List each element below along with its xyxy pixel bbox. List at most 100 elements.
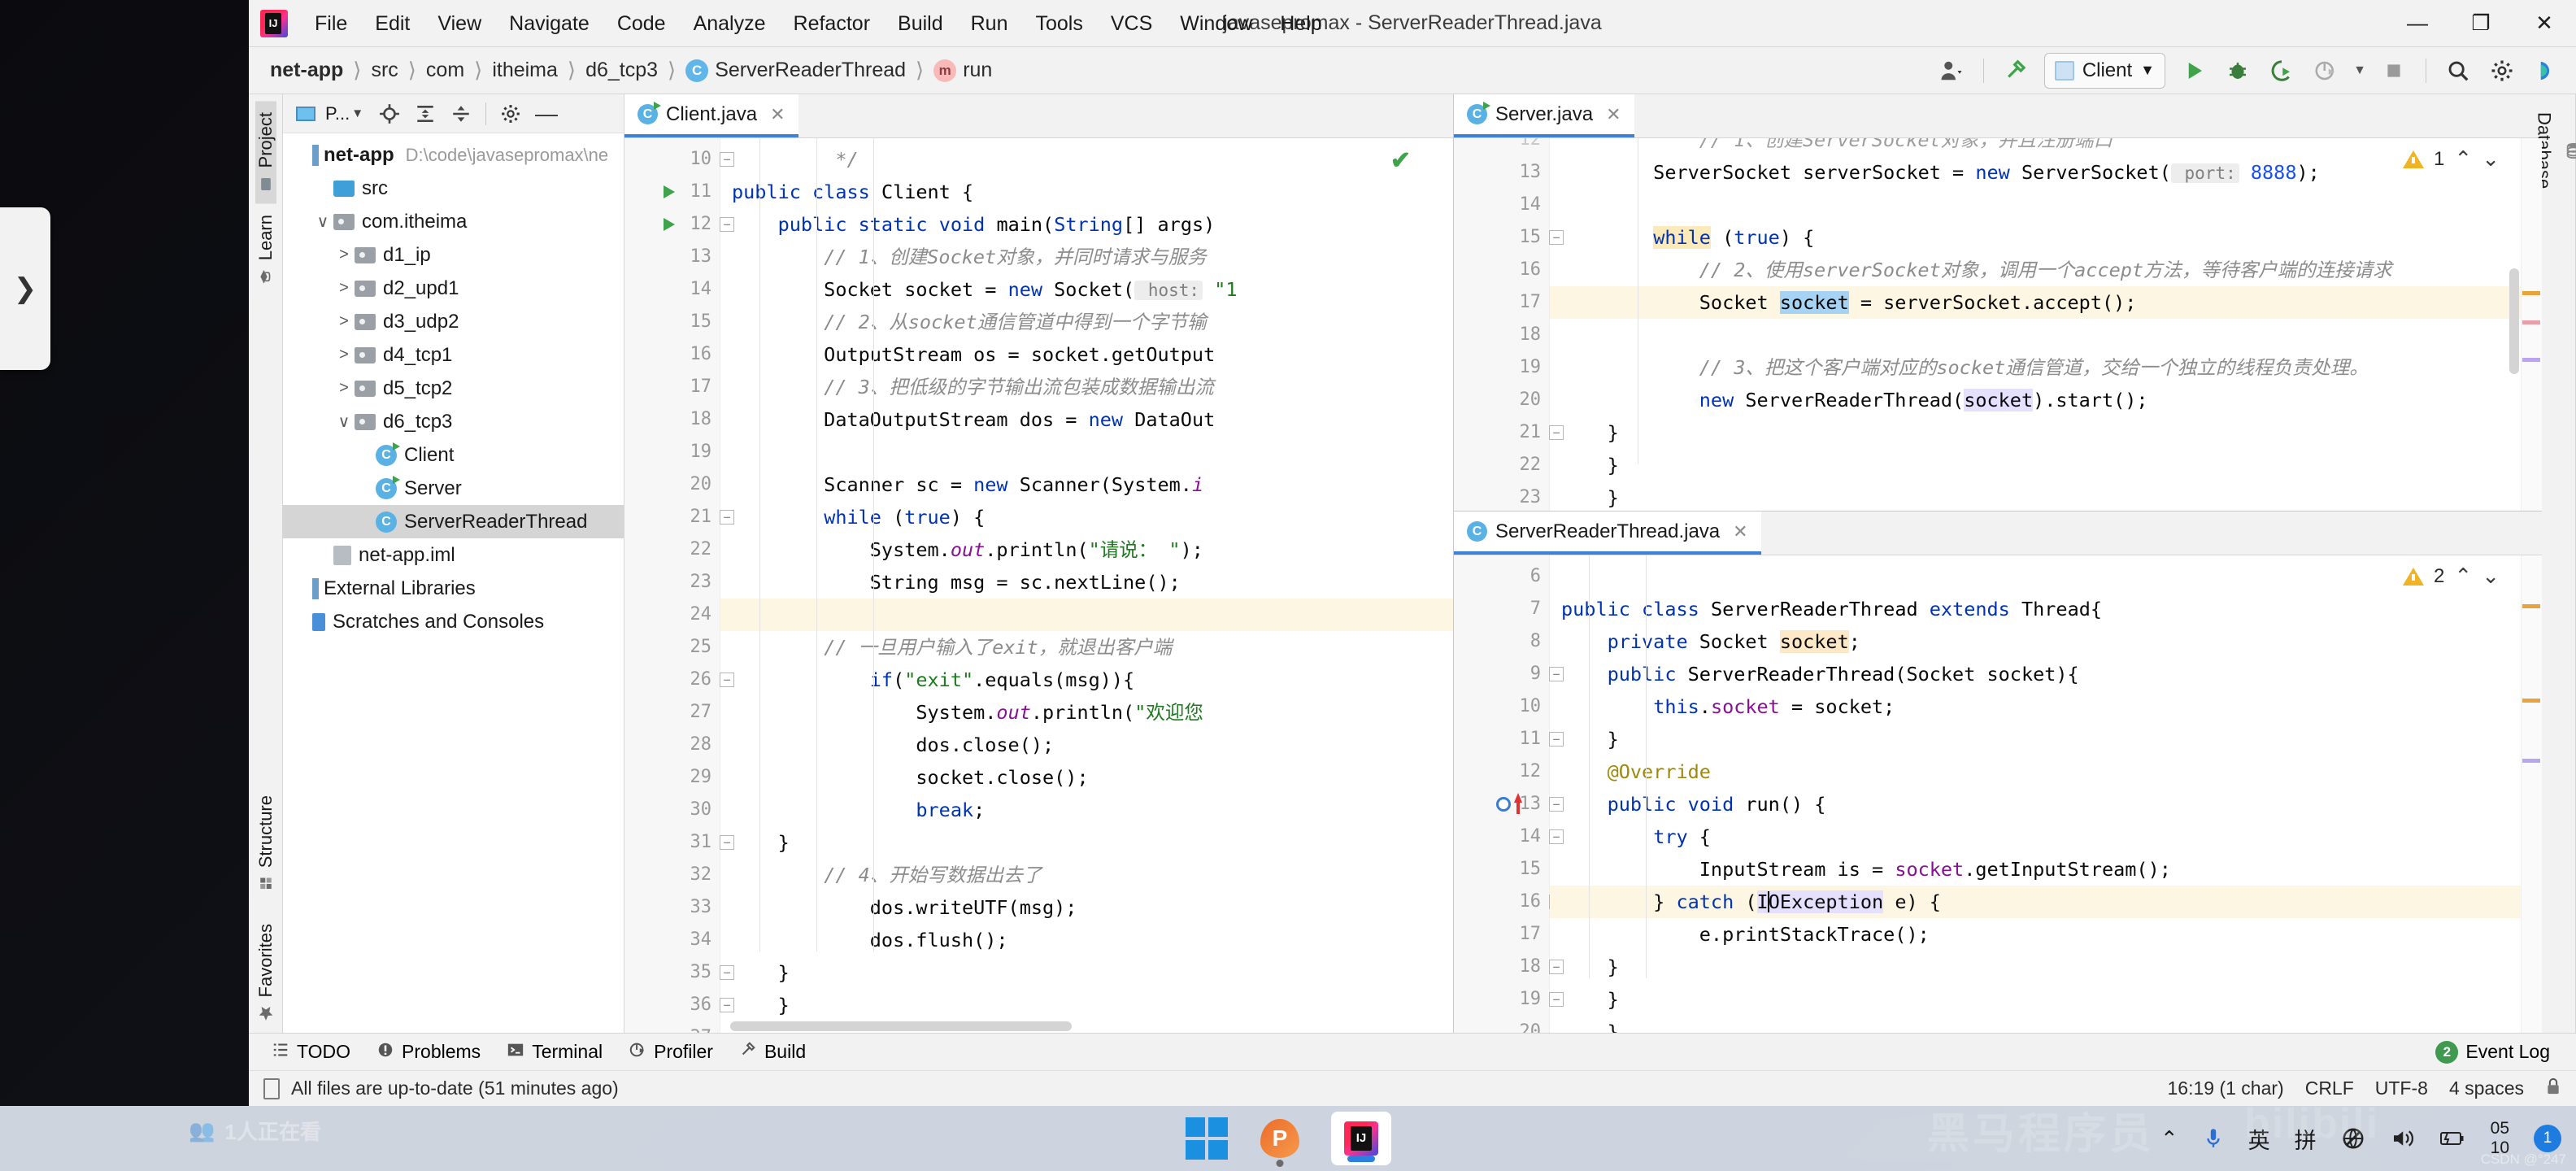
project-view-icon[interactable] [289,98,322,129]
inspection-widget-left[interactable]: ✔ [1390,146,1411,175]
menu-analyze[interactable]: Analyze [680,7,780,41]
tree-node-d1-ip[interactable]: > d1_ip [283,238,624,272]
edge-sidebar-tab[interactable]: ❯ [0,207,50,370]
tool-window-profiler[interactable]: Profiler [619,1038,723,1067]
menu-run[interactable]: Run [957,7,1022,41]
chevron-up-icon[interactable]: ⌃ [2160,1126,2178,1151]
breadcrumb-item-src[interactable]: src [363,59,406,82]
search-everywhere-icon[interactable] [2438,52,2478,89]
chevron-down-icon[interactable]: ⌄ [2482,146,2500,172]
chevron-right-icon[interactable]: > [333,379,355,398]
project-view-label[interactable]: P... [325,103,350,124]
run-with-coverage-button[interactable] [2261,52,2302,89]
menu-view[interactable]: View [424,7,495,41]
tab-serverreaderthread-java[interactable]: C ServerReaderThread.java ✕ [1454,511,1761,555]
tree-node-external-libraries[interactable]: External Libraries [283,572,624,605]
hide-icon[interactable]: — [530,98,563,129]
tree-node-src[interactable]: src [283,172,624,205]
minimize-button[interactable]: — [2386,0,2449,47]
indent-setting[interactable]: 4 spaces [2449,1077,2524,1099]
breadcrumb-item-itheima[interactable]: itheima [484,59,566,82]
breadcrumb-item-run[interactable]: m run [925,59,1000,82]
chevron-down-icon[interactable]: ⌄ [2482,564,2500,589]
close-icon[interactable]: ✕ [770,104,785,125]
run-gutter-icon[interactable] [664,218,675,231]
tree-node-d2-upd1[interactable]: > d2_upd1 [283,272,624,305]
tree-node-d6-tcp3[interactable]: ∨ d6_tcp3 [283,405,624,438]
horizontal-scrollbar-left[interactable] [730,1021,1072,1031]
marker-bar-reader[interactable] [2521,555,2542,1033]
stop-button[interactable] [2374,52,2414,89]
tree-node-d3-udp2[interactable]: > d3_udp2 [283,305,624,338]
tree-node-net-app[interactable]: net-app D:\code\javasepromax\ne [283,138,624,172]
breakpoint-icon[interactable] [1496,797,1511,812]
tab-server-java[interactable]: C Server.java ✕ [1454,94,1634,137]
chevron-up-icon[interactable]: ⌃ [2454,564,2472,589]
chevron-down-icon[interactable]: ▼ [2349,52,2370,89]
project-tree[interactable]: net-app D:\code\javasepromax\ne src ∨ com.it… [283,133,624,1033]
tree-node-d4-tcp1[interactable]: > d4_tcp1 [283,338,624,372]
menu-edit[interactable]: Edit [361,7,424,41]
breadcrumb-item-serverreaderthread[interactable]: C ServerReaderThread [677,59,914,82]
vertical-scrollbar-server[interactable] [2509,268,2519,374]
intellij-idea-icon[interactable] [1331,1112,1391,1165]
menu-code[interactable]: Code [603,7,680,41]
debug-button[interactable] [2217,52,2258,89]
inspection-widget-server[interactable]: 1 ⌃ ⌄ [2403,146,2500,172]
microphone-icon[interactable] [2203,1126,2224,1151]
menu-help[interactable]: Help [1266,7,1335,41]
menu-file[interactable]: File [301,7,361,41]
chevron-right-icon[interactable]: > [333,246,355,264]
user-settings-icon[interactable] [1931,52,1972,89]
expand-all-icon[interactable] [409,98,442,129]
marker-bar-server[interactable] [2521,138,2542,511]
tree-node-scratches-and-consoles[interactable]: Scratches and Consoles [283,605,624,638]
tree-node-net-app-iml[interactable]: net-app.iml [283,538,624,572]
tab-client-java[interactable]: C Client.java ✕ [624,94,798,137]
tree-node-com-itheima[interactable]: ∨ com.itheima [283,205,624,238]
menu-window[interactable]: Window [1166,7,1266,41]
inspection-widget-reader[interactable]: 2 ⌃ ⌄ [2403,564,2500,589]
code-editor-client[interactable]: ✔ 10−11 12− 13 14 15 16 17 18 19 20 21− 22 23 24 25 26−… [624,138,1453,1033]
tool-window-build[interactable]: Build [729,1038,816,1067]
close-icon[interactable]: ✕ [1606,104,1621,125]
network-offline-icon[interactable] [2341,1126,2365,1151]
tool-window-event-log[interactable]: 2 Event Log [2426,1038,2560,1067]
ime-pinyin-icon[interactable]: 拼 [2295,1123,2317,1155]
breadcrumb-item-d6-tcp3[interactable]: d6_tcp3 [577,59,666,82]
tree-node-server[interactable]: C Server [283,472,624,505]
tool-window-problems[interactable]: Problems [367,1038,490,1067]
line-number-gutter-reader[interactable]: 6 7 8 9− 10 11− 12 13−14− 15 16− 17 18−19− 20 [1454,555,1564,1033]
close-icon[interactable]: ✕ [1733,521,1747,542]
close-button[interactable]: ✕ [2513,0,2576,47]
sidebar-item-project[interactable]: Project [255,101,276,204]
menu-tools[interactable]: Tools [1021,7,1096,41]
line-separator[interactable]: CRLF [2305,1077,2354,1099]
file-encoding[interactable]: UTF-8 [2375,1077,2428,1099]
battery-charging-icon[interactable] [2439,1128,2466,1149]
caret-position[interactable]: 16:19 (1 char) [2168,1077,2284,1099]
windows-start-icon[interactable] [1185,1117,1229,1160]
settings-gear-icon[interactable] [2482,52,2522,89]
chevron-right-icon[interactable]: > [333,279,355,298]
settings-gear-icon[interactable] [494,98,527,129]
breadcrumb-item-net-app[interactable]: net-app [262,59,351,82]
menu-vcs[interactable]: VCS [1097,7,1166,41]
chevron-right-icon[interactable]: > [333,346,355,364]
tool-window-terminal[interactable]: Terminal [497,1038,612,1067]
tree-node-d5-tcp2[interactable]: > d5_tcp2 [283,372,624,405]
volume-icon[interactable] [2390,1126,2414,1151]
lock-icon[interactable] [2545,1077,2561,1101]
menu-navigate[interactable]: Navigate [495,7,603,41]
chevron-down-icon[interactable]: ∨ [333,411,355,432]
notification-badge[interactable]: 1 [2534,1125,2561,1152]
chevron-right-icon[interactable]: > [333,312,355,331]
run-button[interactable] [2174,52,2214,89]
line-number-gutter-server[interactable]: 12 13 14 15− 16 17 18 19 20 21− 22 23 [1454,138,1564,511]
menu-refactor[interactable]: Refactor [780,7,884,41]
ime-english-icon[interactable]: 英 [2248,1123,2270,1155]
menu-build[interactable]: Build [884,7,957,41]
code-editor-server[interactable]: 1 ⌃ ⌄ 12 13 14 15− 16 17 18 19 20 21− 22 23 // 1、创建… [1454,138,2542,511]
chevron-up-icon[interactable]: ⌃ [2454,146,2472,172]
sidebar-item-structure[interactable]: Structure [255,784,276,902]
